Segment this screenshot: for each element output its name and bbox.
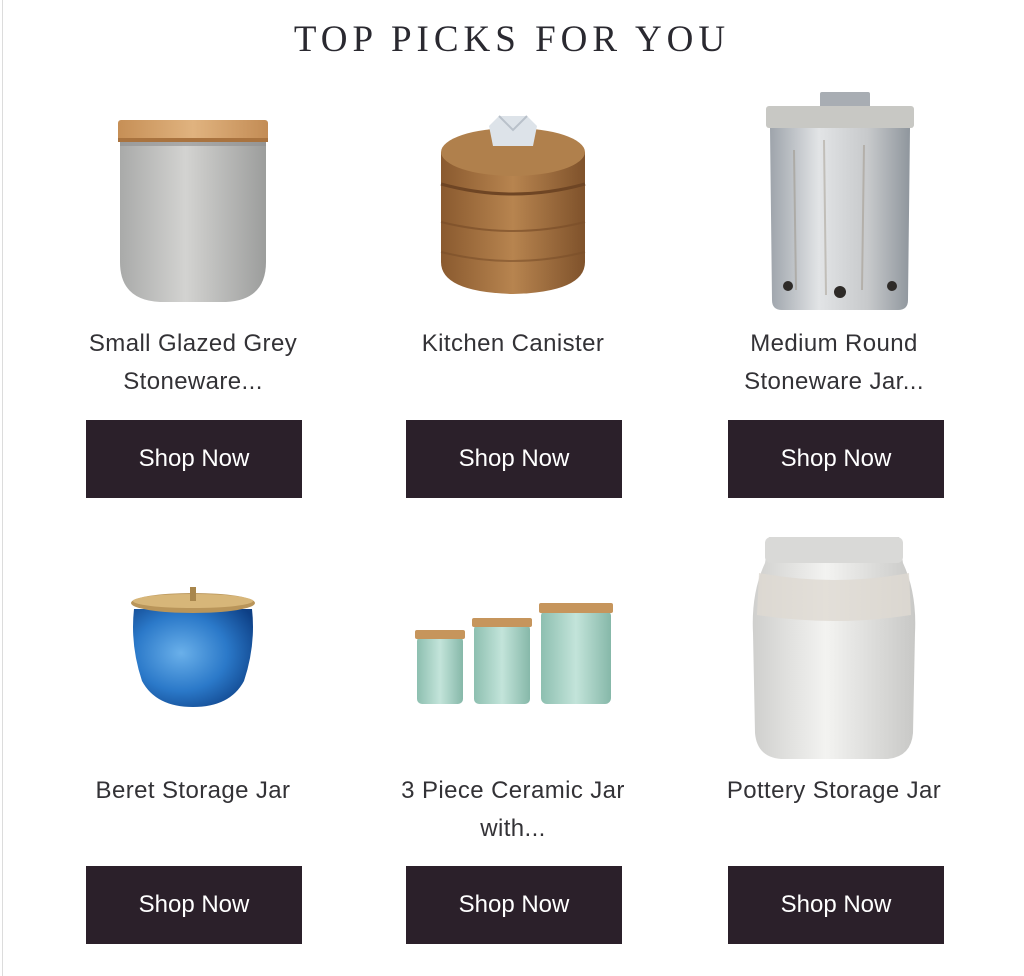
- product-name[interactable]: Kitchen Canister: [363, 325, 663, 363]
- product-image-medium-stoneware[interactable]: [684, 90, 984, 316]
- left-border: [2, 0, 3, 976]
- shop-now-button[interactable]: Shop Now: [406, 866, 622, 944]
- product-image-beret-jar[interactable]: [43, 585, 343, 711]
- product-image-pottery-jar[interactable]: [684, 533, 984, 761]
- product-name[interactable]: 3 Piece Ceramic Jar with...: [363, 772, 663, 848]
- product-image-grey-stoneware[interactable]: [43, 112, 343, 306]
- shop-now-button[interactable]: Shop Now: [728, 866, 944, 944]
- product-image-kitchen-canister[interactable]: [363, 112, 663, 296]
- shop-now-button[interactable]: Shop Now: [86, 866, 302, 944]
- product-name[interactable]: Beret Storage Jar: [43, 772, 343, 810]
- shop-now-button[interactable]: Shop Now: [728, 420, 944, 498]
- product-name[interactable]: Pottery Storage Jar: [684, 772, 984, 810]
- product-name[interactable]: Small Glazed Grey Stoneware...: [43, 325, 343, 401]
- shop-now-button[interactable]: Shop Now: [406, 420, 622, 498]
- product-image-ceramic-set[interactable]: [363, 600, 663, 706]
- shop-now-button[interactable]: Shop Now: [86, 420, 302, 498]
- product-name[interactable]: Medium Round Stoneware Jar...: [684, 325, 984, 401]
- section-title: TOP PICKS FOR YOU: [293, 19, 731, 60]
